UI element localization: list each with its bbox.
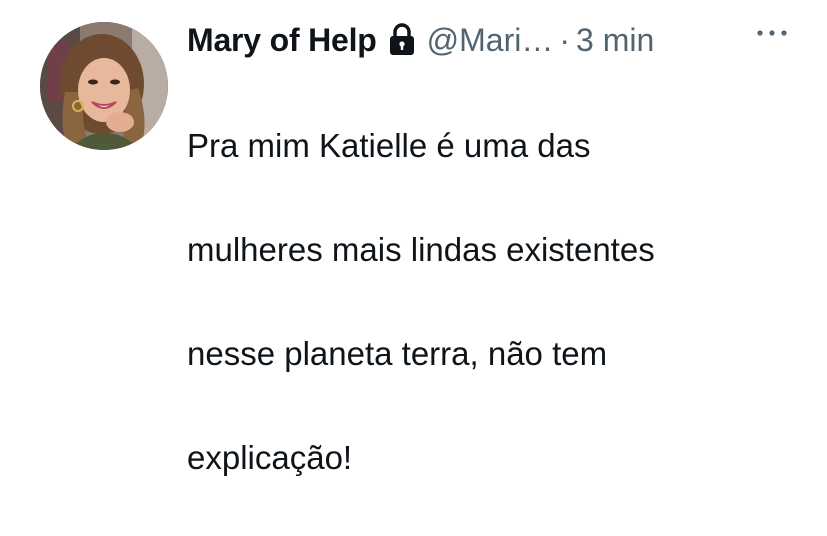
tweet-text-line: explicação! xyxy=(187,439,353,476)
lock-icon xyxy=(387,23,417,57)
tweet-timestamp[interactable]: 3 min xyxy=(576,22,654,59)
avatar[interactable] xyxy=(40,22,168,150)
tweet-text-line: Pra mim Katielle é uma das xyxy=(187,127,591,164)
tweet-text-line: nesse planeta terra, não tem xyxy=(187,335,608,372)
tweet[interactable]: Mary of Help @Mari… · 3 min Pra mim Kati… xyxy=(0,0,827,476)
user-handle[interactable]: @Mari… xyxy=(427,22,554,59)
tweet-text-line: mulheres mais lindas existentes xyxy=(187,231,655,268)
display-name[interactable]: Mary of Help xyxy=(187,22,377,59)
tweet-header: Mary of Help @Mari… · 3 min xyxy=(187,14,787,66)
tweet-text: Pra mim Katielle é uma das mulheres mais… xyxy=(187,68,787,536)
avatar-photo xyxy=(40,22,168,150)
more-options-icon[interactable] xyxy=(755,26,789,40)
separator-dot: · xyxy=(559,21,570,58)
